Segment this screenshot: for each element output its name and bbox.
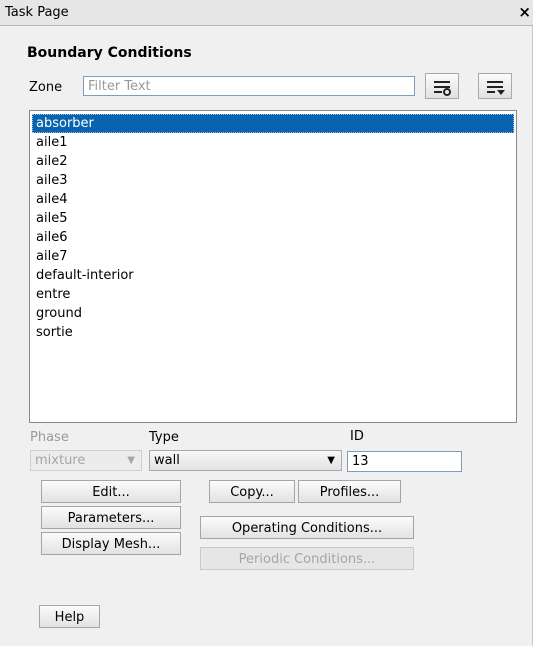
zone-list-item[interactable]: aile5 bbox=[32, 209, 514, 228]
zone-list-item[interactable]: default-interior bbox=[32, 266, 514, 285]
display-mesh-button[interactable]: Display Mesh... bbox=[41, 532, 181, 555]
panel-heading: Boundary Conditions bbox=[27, 45, 192, 61]
zone-list-item[interactable]: aile1 bbox=[32, 133, 514, 152]
zone-list-item[interactable]: aile2 bbox=[32, 152, 514, 171]
zone-list-item[interactable]: absorber bbox=[32, 114, 514, 133]
copy-button[interactable]: Copy... bbox=[209, 480, 295, 503]
filter-settings-button[interactable] bbox=[425, 73, 459, 99]
title-bar: Task Page × bbox=[0, 0, 533, 26]
phase-select-value: mixture bbox=[35, 453, 86, 468]
list-options-icon bbox=[487, 81, 505, 95]
profiles-button[interactable]: Profiles... bbox=[298, 480, 401, 503]
zone-list-item[interactable]: sortie bbox=[32, 323, 514, 342]
id-label: ID bbox=[350, 429, 364, 444]
close-icon[interactable]: × bbox=[518, 3, 531, 21]
operating-conditions-button[interactable]: Operating Conditions... bbox=[200, 516, 414, 539]
zone-list[interactable]: absorber aile1 aile2 aile3 aile4 aile5 a… bbox=[29, 110, 517, 423]
zone-list-item[interactable]: aile7 bbox=[32, 247, 514, 266]
parameters-button[interactable]: Parameters... bbox=[41, 506, 181, 529]
chevron-down-icon: ▼ bbox=[127, 455, 135, 466]
chevron-down-icon: ▼ bbox=[327, 455, 335, 466]
zone-list-item[interactable]: aile3 bbox=[32, 171, 514, 190]
filter-settings-icon bbox=[434, 81, 451, 96]
zone-filter-input[interactable] bbox=[83, 76, 415, 96]
list-options-button[interactable] bbox=[478, 73, 512, 99]
zone-list-item[interactable]: aile6 bbox=[32, 228, 514, 247]
type-select-value: wall bbox=[154, 453, 180, 468]
zone-list-item[interactable]: ground bbox=[32, 304, 514, 323]
zone-list-item[interactable]: entre bbox=[32, 285, 514, 304]
phase-label: Phase bbox=[30, 430, 69, 445]
help-button[interactable]: Help bbox=[39, 605, 100, 628]
id-field[interactable] bbox=[347, 451, 462, 472]
periodic-conditions-button[interactable]: Periodic Conditions... bbox=[200, 547, 414, 570]
zone-label: Zone bbox=[29, 80, 63, 95]
edit-button[interactable]: Edit... bbox=[41, 480, 181, 503]
window-title: Task Page bbox=[5, 5, 69, 20]
task-page-panel: Task Page × Boundary Conditions Zone abs… bbox=[0, 0, 533, 646]
phase-select[interactable]: mixture ▼ bbox=[30, 450, 142, 471]
type-label: Type bbox=[149, 430, 179, 445]
type-select[interactable]: wall ▼ bbox=[149, 450, 342, 471]
zone-list-item[interactable]: aile4 bbox=[32, 190, 514, 209]
